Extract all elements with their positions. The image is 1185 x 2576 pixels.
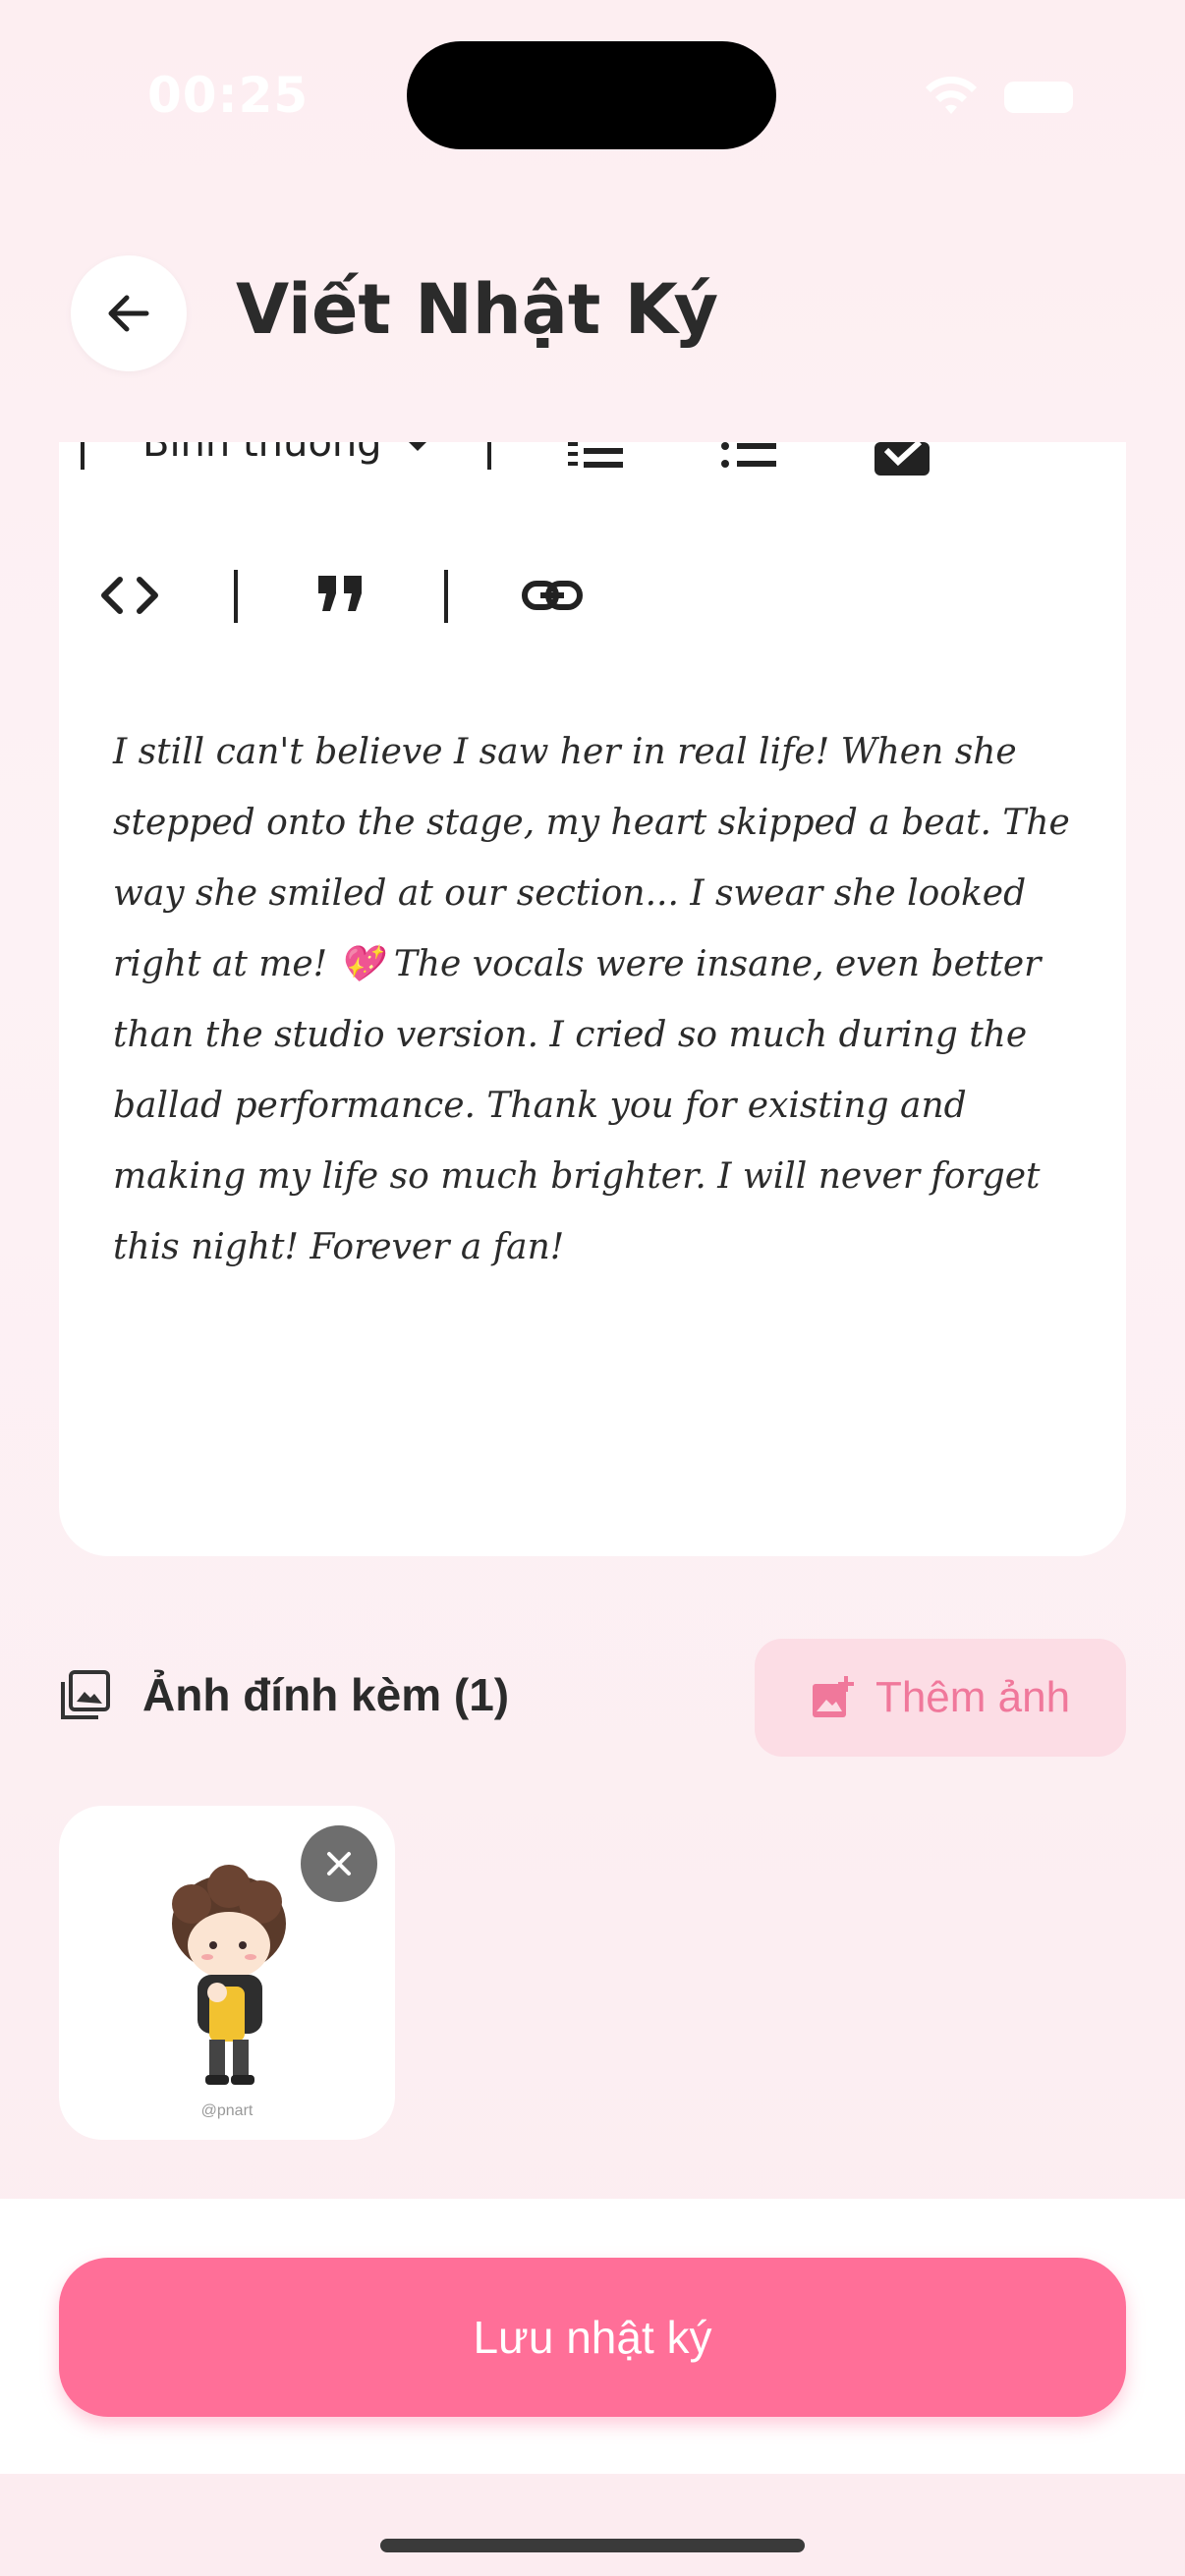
chibi-character-image: [172, 1865, 286, 2085]
link-icon[interactable]: [521, 574, 584, 617]
toolbar-divider: [444, 570, 448, 623]
attachments-header: Ảnh đính kèm (1) Thêm ảnh: [59, 1639, 1126, 1757]
status-time: 00:25: [147, 67, 310, 124]
battery-icon: [1004, 82, 1073, 113]
text-style-select[interactable]: Bình thường: [142, 442, 433, 466]
dynamic-island: [407, 41, 776, 149]
add-photo-label: Thêm ảnh: [875, 1673, 1071, 1721]
header: Viết Nhật Ký: [0, 196, 1185, 442]
page-title: Viết Nhật Ký: [236, 269, 719, 350]
attachments-label: Ảnh đính kèm (1): [142, 1669, 510, 1720]
bottom-panel: Lưu nhật ký: [0, 2199, 1185, 2474]
editor-card: Bình thường I still can't believe I saw …: [59, 442, 1126, 1556]
attachment-thumbnail[interactable]: @pnart: [59, 1806, 395, 2140]
chevron-down-icon: [401, 442, 433, 451]
home-indicator: [380, 2539, 805, 2552]
checkbox-icon[interactable]: [875, 442, 930, 476]
back-button[interactable]: [71, 255, 187, 371]
remove-photo-button[interactable]: [301, 1825, 377, 1902]
close-icon: [327, 1852, 351, 1876]
toolbar-row-2: [59, 560, 1126, 648]
image-gallery-icon: [61, 1670, 110, 1719]
save-diary-button[interactable]: Lưu nhật ký: [59, 2258, 1126, 2417]
toolbar-divider: [487, 442, 491, 470]
add-photo-button[interactable]: Thêm ảnh: [755, 1639, 1126, 1757]
numbered-list-icon[interactable]: [564, 442, 625, 472]
wifi-icon: [926, 77, 977, 114]
diary-text-input[interactable]: I still can't believe I saw her in real …: [113, 717, 1096, 1283]
status-bar: 00:25: [0, 0, 1185, 196]
toolbar-row-1: Bình thường: [59, 442, 1126, 501]
add-photo-icon: [812, 1676, 854, 1717]
code-icon[interactable]: [98, 574, 161, 617]
toolbar-divider: [234, 570, 238, 623]
bulleted-list-icon[interactable]: [719, 442, 780, 472]
text-style-label: Bình thường: [142, 442, 382, 466]
quote-icon[interactable]: [316, 574, 366, 615]
toolbar-divider: [81, 442, 85, 470]
arrow-left-icon: [108, 295, 149, 332]
image-watermark: @pnart: [200, 2102, 254, 2119]
